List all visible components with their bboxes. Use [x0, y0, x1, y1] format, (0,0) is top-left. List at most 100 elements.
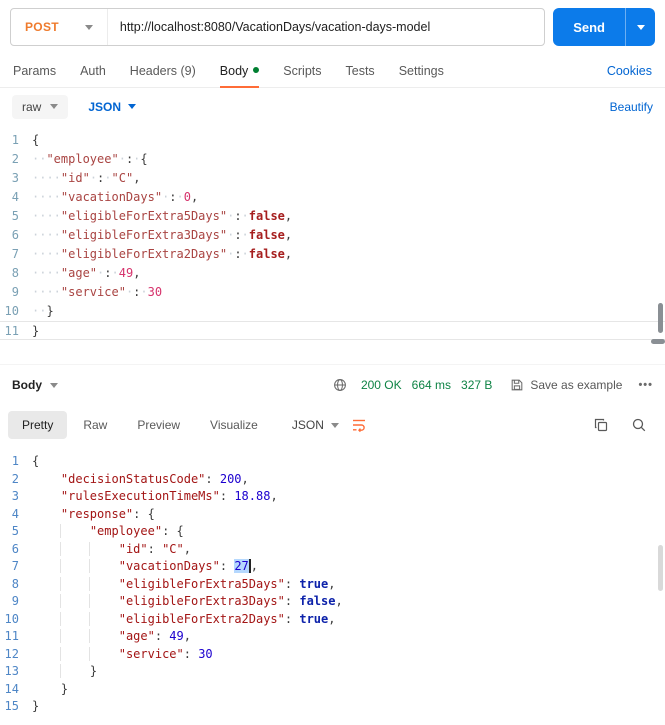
response-tab-preview[interactable]: Preview [123, 411, 194, 439]
body-has-content-dot [253, 66, 260, 73]
code-line[interactable]: 3 "rulesExecutionTimeMs": 18.88, [0, 488, 665, 506]
tab-label: Headers (9) [129, 63, 196, 78]
code-token: { [140, 152, 148, 166]
send-split-button: Send [553, 8, 655, 46]
code-token: · [176, 190, 184, 204]
code-token: "employee" [89, 524, 163, 538]
tab-headers9[interactable]: Headers (9) [130, 54, 196, 87]
save-as-example-button[interactable]: Save as example [510, 378, 622, 392]
code-line[interactable]: 3 ····"id"·:·"C", [0, 169, 665, 188]
tab-auth[interactable]: Auth [80, 54, 106, 87]
code-token: "C" [162, 541, 184, 556]
code-token: 200 [219, 471, 242, 486]
code-line[interactable]: 11} [0, 321, 665, 340]
url-input[interactable] [107, 20, 545, 34]
tab-settings[interactable]: Settings [399, 54, 444, 87]
code-token: true [299, 611, 329, 626]
code-line[interactable]: 12 "service": 30 [0, 646, 665, 664]
search-icon[interactable] [627, 413, 651, 437]
body-format-select[interactable]: raw [12, 94, 69, 119]
code-token: "rulesExecutionTimeMs" [60, 489, 220, 503]
code-line[interactable]: 7 ····"eligibleForExtra2Days"·:·false, [0, 245, 665, 264]
code-line[interactable]: 6 "id": "C", [0, 541, 665, 559]
code-line[interactable]: 2 "decisionStatusCode": 200, [0, 471, 665, 489]
line-number: 5 [11, 524, 19, 538]
line-content: ····"eligibleForExtra3Days"·:·false, [32, 226, 292, 245]
vertical-scrollbar-thumb[interactable] [658, 545, 663, 591]
tab-scripts[interactable]: Scripts [283, 54, 321, 87]
copy-icon[interactable] [589, 413, 613, 437]
indent-guide [59, 594, 90, 608]
line-content: "age": 49, [32, 628, 191, 646]
response-language-select[interactable]: JSON [286, 411, 345, 439]
code-token: 18.88 [234, 489, 271, 503]
vertical-scrollbar-thumb[interactable] [658, 303, 663, 333]
line-content: ····"service"·:·30 [32, 283, 162, 302]
code-line[interactable]: 9 "eligibleForExtra3Days": false, [0, 593, 665, 611]
code-line[interactable]: 2 ··"employee"·:·{ [0, 150, 665, 169]
code-line[interactable]: 6 ····"eligibleForExtra3Days"·:·false, [0, 226, 665, 245]
code-token: : [183, 646, 199, 661]
body-language-select[interactable]: JSON [88, 100, 137, 114]
response-tab-pretty[interactable]: Pretty [8, 411, 68, 439]
line-number: 1 [11, 133, 19, 147]
line-content: "eligibleForExtra5Days": true, [32, 576, 335, 594]
code-token: } [32, 324, 40, 338]
code-line[interactable]: 4 "response": { [0, 506, 665, 524]
code-token: , [284, 228, 293, 242]
code-token: ···· [32, 171, 61, 185]
tab-params[interactable]: Params [13, 54, 56, 87]
code-line[interactable]: 13 } [0, 663, 665, 681]
line-content: "id": "C", [32, 541, 191, 559]
code-line[interactable]: 15} [0, 698, 665, 716]
code-line[interactable]: 11 "age": 49, [0, 628, 665, 646]
chevron-down-icon [50, 104, 59, 109]
code-line[interactable]: 8 ····"age"·:·49, [0, 264, 665, 283]
wrap-text-icon[interactable] [347, 413, 371, 437]
code-token: , [191, 190, 199, 204]
code-token: · [118, 152, 126, 166]
line-number: 2 [11, 471, 19, 486]
tab-body[interactable]: Body [219, 54, 260, 88]
code-line[interactable]: 1{ [0, 131, 665, 150]
code-token: "response" [60, 506, 134, 521]
code-token: ···· [32, 228, 61, 242]
code-token: · [140, 285, 148, 299]
horizontal-scrollbar-thumb[interactable] [651, 339, 665, 344]
response-tab-visualize[interactable]: Visualize [196, 411, 272, 439]
method-select[interactable]: POST [11, 9, 108, 45]
send-options-button[interactable] [625, 8, 655, 46]
code-token: } [46, 304, 54, 318]
line-content: "service": 30 [32, 646, 213, 664]
code-line[interactable]: 14 } [0, 681, 665, 699]
response-tab-raw[interactable]: Raw [69, 411, 121, 439]
network-globe-icon[interactable] [329, 374, 351, 396]
code-token: : [234, 228, 242, 242]
code-line[interactable]: 8 "eligibleForExtra5Days": true, [0, 576, 665, 594]
indent-guide [88, 559, 119, 573]
code-line[interactable]: 7 "vacationDays": 27, [0, 558, 665, 576]
send-button[interactable]: Send [553, 8, 625, 46]
code-token: false [299, 594, 336, 608]
request-body-editor[interactable]: 1{2 ··"employee"·:·{3 ····"id"·:·"C", 4 ····… [0, 125, 665, 344]
cookies-link[interactable]: Cookies [607, 64, 652, 78]
code-token: : [219, 489, 235, 503]
indent-guide [59, 576, 90, 591]
code-line[interactable]: 5 "employee": { [0, 523, 665, 541]
response-body-select[interactable]: Body [12, 378, 58, 392]
code-line[interactable]: 10 ··} [0, 302, 665, 321]
more-options-button[interactable]: ••• [638, 379, 653, 391]
code-line[interactable]: 5 ····"eligibleForExtra5Days"·:·false, [0, 207, 665, 226]
response-body-editor[interactable]: 1{2 "decisionStatusCode": 200, 3 "rulesEx… [0, 445, 665, 716]
code-line[interactable]: 9 ····"service"·:·30 [0, 283, 665, 302]
beautify-link[interactable]: Beautify [610, 100, 653, 114]
tab-tests[interactable]: Tests [346, 54, 375, 87]
code-line[interactable]: 1{ [0, 453, 665, 471]
chevron-down-icon [636, 24, 645, 30]
code-line[interactable]: 10 "eligibleForExtra2Days": true, [0, 611, 665, 629]
code-line[interactable]: 4 ····"vacationDays"·:·0, [0, 188, 665, 207]
